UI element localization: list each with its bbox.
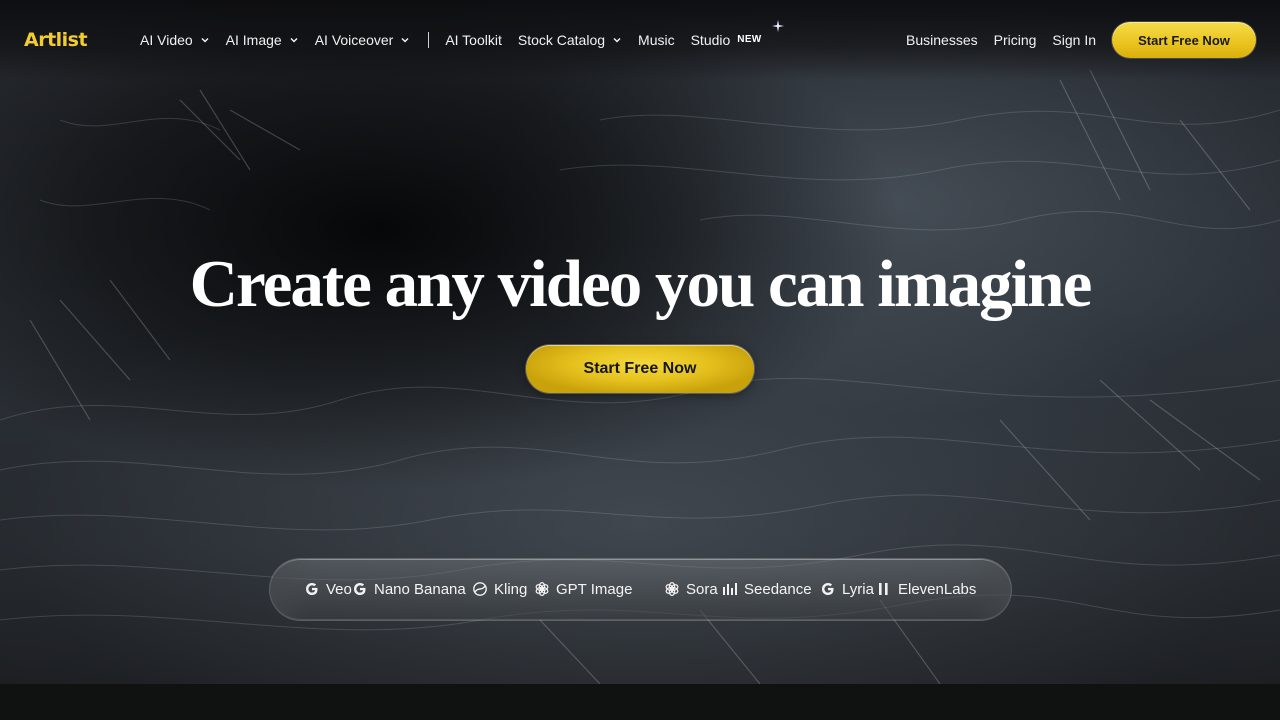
chevron-down-icon xyxy=(613,37,621,43)
chevron-down-icon xyxy=(290,37,298,43)
model-label: Veo xyxy=(326,580,352,598)
model-item-sora: Sora xyxy=(664,579,718,599)
artlist-logo[interactable]: Artlist xyxy=(24,28,88,52)
elevenlabs-icon xyxy=(879,583,888,595)
model-item-nano-banana: Nano Banana xyxy=(352,579,466,599)
model-label: Sora xyxy=(686,580,718,598)
model-label: ElevenLabs xyxy=(898,580,977,598)
nav-item-studio[interactable]: Studio NEW xyxy=(691,32,762,48)
nav-item-ai-toolkit[interactable]: AI Toolkit xyxy=(445,32,502,48)
nav-item-businesses[interactable]: Businesses xyxy=(906,32,978,48)
nav-item-label: AI Image xyxy=(225,32,282,48)
primary-nav: AI Video AI Image AI Voiceover AI Toolki… xyxy=(140,28,778,52)
strip-fade-left xyxy=(270,559,310,620)
ai-models-strip: Veo Nano Banana Kling GPT Image Sora See… xyxy=(270,559,1011,620)
bars-icon xyxy=(723,583,737,595)
chevron-down-icon xyxy=(401,37,409,43)
openai-icon xyxy=(535,581,549,597)
chevron-down-icon xyxy=(201,37,209,43)
button-label: Start Free Now xyxy=(583,360,697,377)
ai-models-track: Veo Nano Banana Kling GPT Image Sora See… xyxy=(270,559,1011,620)
nav-item-label: Studio xyxy=(690,32,731,48)
secondary-nav: Businesses Pricing Sign In Start Free No… xyxy=(906,22,1280,58)
nav-item-label: AI Toolkit xyxy=(445,32,502,48)
top-navigation: Artlist AI Video AI Image AI Voiceover A… xyxy=(0,0,1280,80)
google-icon xyxy=(354,583,366,595)
nav-item-label: Businesses xyxy=(906,32,978,48)
model-item-veo: Veo xyxy=(304,579,352,599)
hero-start-free-button[interactable]: Start Free Now xyxy=(526,345,754,393)
nav-item-ai-image[interactable]: AI Image xyxy=(226,32,299,48)
google-icon xyxy=(822,583,834,595)
nav-item-label: Music xyxy=(638,32,675,48)
model-item-kling: Kling xyxy=(472,579,527,599)
sparkle-icon xyxy=(772,20,784,32)
nav-divider xyxy=(428,32,430,48)
nav-item-label: Stock Catalog xyxy=(517,32,606,48)
model-label: Kling xyxy=(494,580,528,598)
nav-item-music[interactable]: Music xyxy=(638,32,675,48)
nav-start-free-button[interactable]: Start Free Now xyxy=(1112,22,1256,58)
nav-item-stock-catalog[interactable]: Stock Catalog xyxy=(518,32,622,48)
strip-fade-right xyxy=(971,559,1011,620)
openai-icon xyxy=(665,581,679,597)
model-label: GPT Image xyxy=(556,580,633,598)
nav-item-label: AI Voiceover xyxy=(314,32,394,48)
kling-icon xyxy=(473,582,487,596)
nav-item-pricing[interactable]: Pricing xyxy=(994,32,1037,48)
button-label: Start Free Now xyxy=(1138,32,1230,48)
new-badge: NEW xyxy=(737,33,762,45)
hero-headline: Create any video you can imagine xyxy=(189,247,1093,321)
nav-item-label: AI Video xyxy=(140,32,193,48)
logo-text: Artlist xyxy=(24,29,88,51)
nav-item-label: Pricing xyxy=(993,32,1037,48)
model-item-gpt-image: GPT Image xyxy=(534,579,632,599)
model-label: Seedance xyxy=(744,580,812,598)
sign-in-link[interactable]: Sign In xyxy=(1052,32,1096,48)
nav-item-label: Sign In xyxy=(1052,32,1096,48)
model-item-elevenlabs: ElevenLabs xyxy=(876,579,976,599)
model-label: Lyria xyxy=(842,580,874,598)
model-label: Nano Banana xyxy=(374,580,466,598)
nav-item-ai-video[interactable]: AI Video xyxy=(140,32,210,48)
page-footer-strip xyxy=(0,684,1280,720)
nav-item-ai-voiceover[interactable]: AI Voiceover xyxy=(315,32,411,48)
model-item-seedance: Seedance xyxy=(722,579,812,599)
model-item-lyria: Lyria xyxy=(820,579,874,599)
